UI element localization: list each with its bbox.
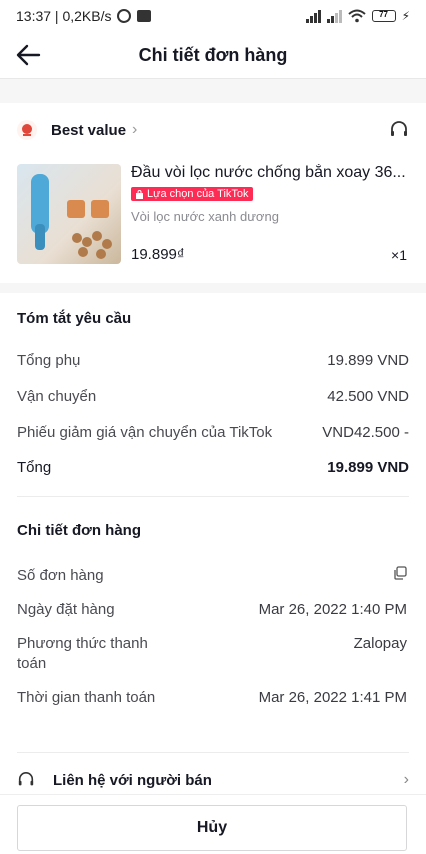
contact-seller-label[interactable]: Liên hệ với người bán: [53, 772, 212, 789]
order-number-label: Số đơn hàng: [17, 567, 104, 584]
summary-value: VND42.500 -: [322, 424, 409, 441]
product-item[interactable]: Đầu vòi lọc nước chống bắn xoay 36... Lự…: [17, 164, 409, 266]
payment-method-value: Zalopay: [353, 635, 407, 652]
chevron-right-icon: ›: [403, 771, 409, 788]
signal-icon: [305, 9, 321, 23]
summary-value: 19.899 VND: [327, 352, 409, 369]
product-quantity: ×1: [391, 247, 407, 263]
summary-label: Phiếu giảm giá vận chuyển của TikTok: [17, 424, 273, 441]
payment-method-label: Phương thức thanh toán: [17, 635, 148, 672]
payment-time-value: Mar 26, 2022 1:41 PM: [258, 689, 407, 706]
divider: [17, 752, 409, 753]
bottom-action-bar: Hủy: [0, 794, 426, 854]
order-date-row: Ngày đặt hàng Mar 26, 2022 1:40 PM: [17, 600, 409, 620]
battery-icon: 77: [371, 10, 396, 22]
alarm-icon: [117, 9, 132, 23]
section-separator: [0, 283, 426, 293]
order-date-label: Ngày đặt hàng: [17, 601, 115, 618]
contact-seller-row[interactable]: Liên hệ với người bán ›: [17, 768, 409, 792]
summary-value: 42.500 VND: [327, 388, 409, 405]
wifi-icon: [347, 9, 366, 23]
tiktok-choice-badge: Lựa chọn của TikTok: [131, 187, 253, 201]
order-date-value: Mar 26, 2022 1:40 PM: [258, 601, 407, 618]
battery-level: 77: [379, 10, 389, 19]
page-header: Chi tiết đơn hàng: [0, 32, 426, 79]
product-variant: Vòi lọc nước xanh dương: [131, 209, 279, 224]
product-price: 19.899₫: [131, 246, 185, 263]
signal-icon: [326, 9, 342, 23]
summary-label: Tổng phụ: [17, 352, 81, 369]
section-separator: [0, 79, 426, 103]
summary-row-total: Tổng 19.899 VND: [17, 459, 409, 476]
badge-label: Lựa chọn của TikTok: [147, 188, 249, 200]
seller-row[interactable]: Best value ›: [17, 118, 409, 142]
chevron-right-icon: ›: [132, 121, 138, 138]
summary-row-shipping-voucher: Phiếu giảm giá vận chuyển của TikTok VND…: [17, 424, 409, 441]
total-value: 19.899 VND: [327, 459, 409, 476]
copy-icon[interactable]: [393, 566, 407, 580]
status-time-network: 13:37 | 0,2KB/s: [16, 8, 112, 24]
headset-icon[interactable]: [389, 120, 409, 140]
notification-app-icon: [137, 10, 152, 22]
total-label: Tổng: [17, 459, 52, 476]
order-number-row: Số đơn hàng: [17, 566, 409, 586]
divider: [17, 496, 409, 497]
seller-name[interactable]: Best value: [51, 122, 126, 139]
seller-logo: [17, 120, 37, 140]
bag-icon: [136, 189, 143, 199]
payment-method-row: Phương thức thanh toán Zalopay: [17, 634, 409, 674]
order-details-title: Chi tiết đơn hàng: [17, 522, 141, 539]
summary-row-shipping: Vận chuyển 42.500 VND: [17, 388, 409, 405]
status-bar: 13:37 | 0,2KB/s 77 ⚡: [0, 0, 426, 32]
status-bar-left: 13:37 | 0,2KB/s: [16, 8, 152, 24]
summary-title: Tóm tắt yêu cầu: [17, 310, 132, 327]
payment-time-row: Thời gian thanh toán Mar 26, 2022 1:41 P…: [17, 688, 409, 728]
status-bar-right: 77 ⚡: [305, 9, 410, 23]
product-thumbnail[interactable]: [17, 164, 121, 264]
headset-icon: [18, 771, 34, 786]
summary-label: Vận chuyển: [17, 388, 97, 405]
product-title[interactable]: Đầu vòi lọc nước chống bắn xoay 36...: [131, 164, 411, 182]
cancel-order-button[interactable]: Hủy: [17, 805, 407, 851]
summary-row-subtotal: Tổng phụ 19.899 VND: [17, 352, 409, 369]
page-title: Chi tiết đơn hàng: [138, 44, 288, 65]
back-arrow-icon[interactable]: [14, 41, 44, 69]
charging-icon: ⚡: [401, 9, 410, 23]
payment-time-label: Thời gian thanh toán: [17, 689, 156, 706]
